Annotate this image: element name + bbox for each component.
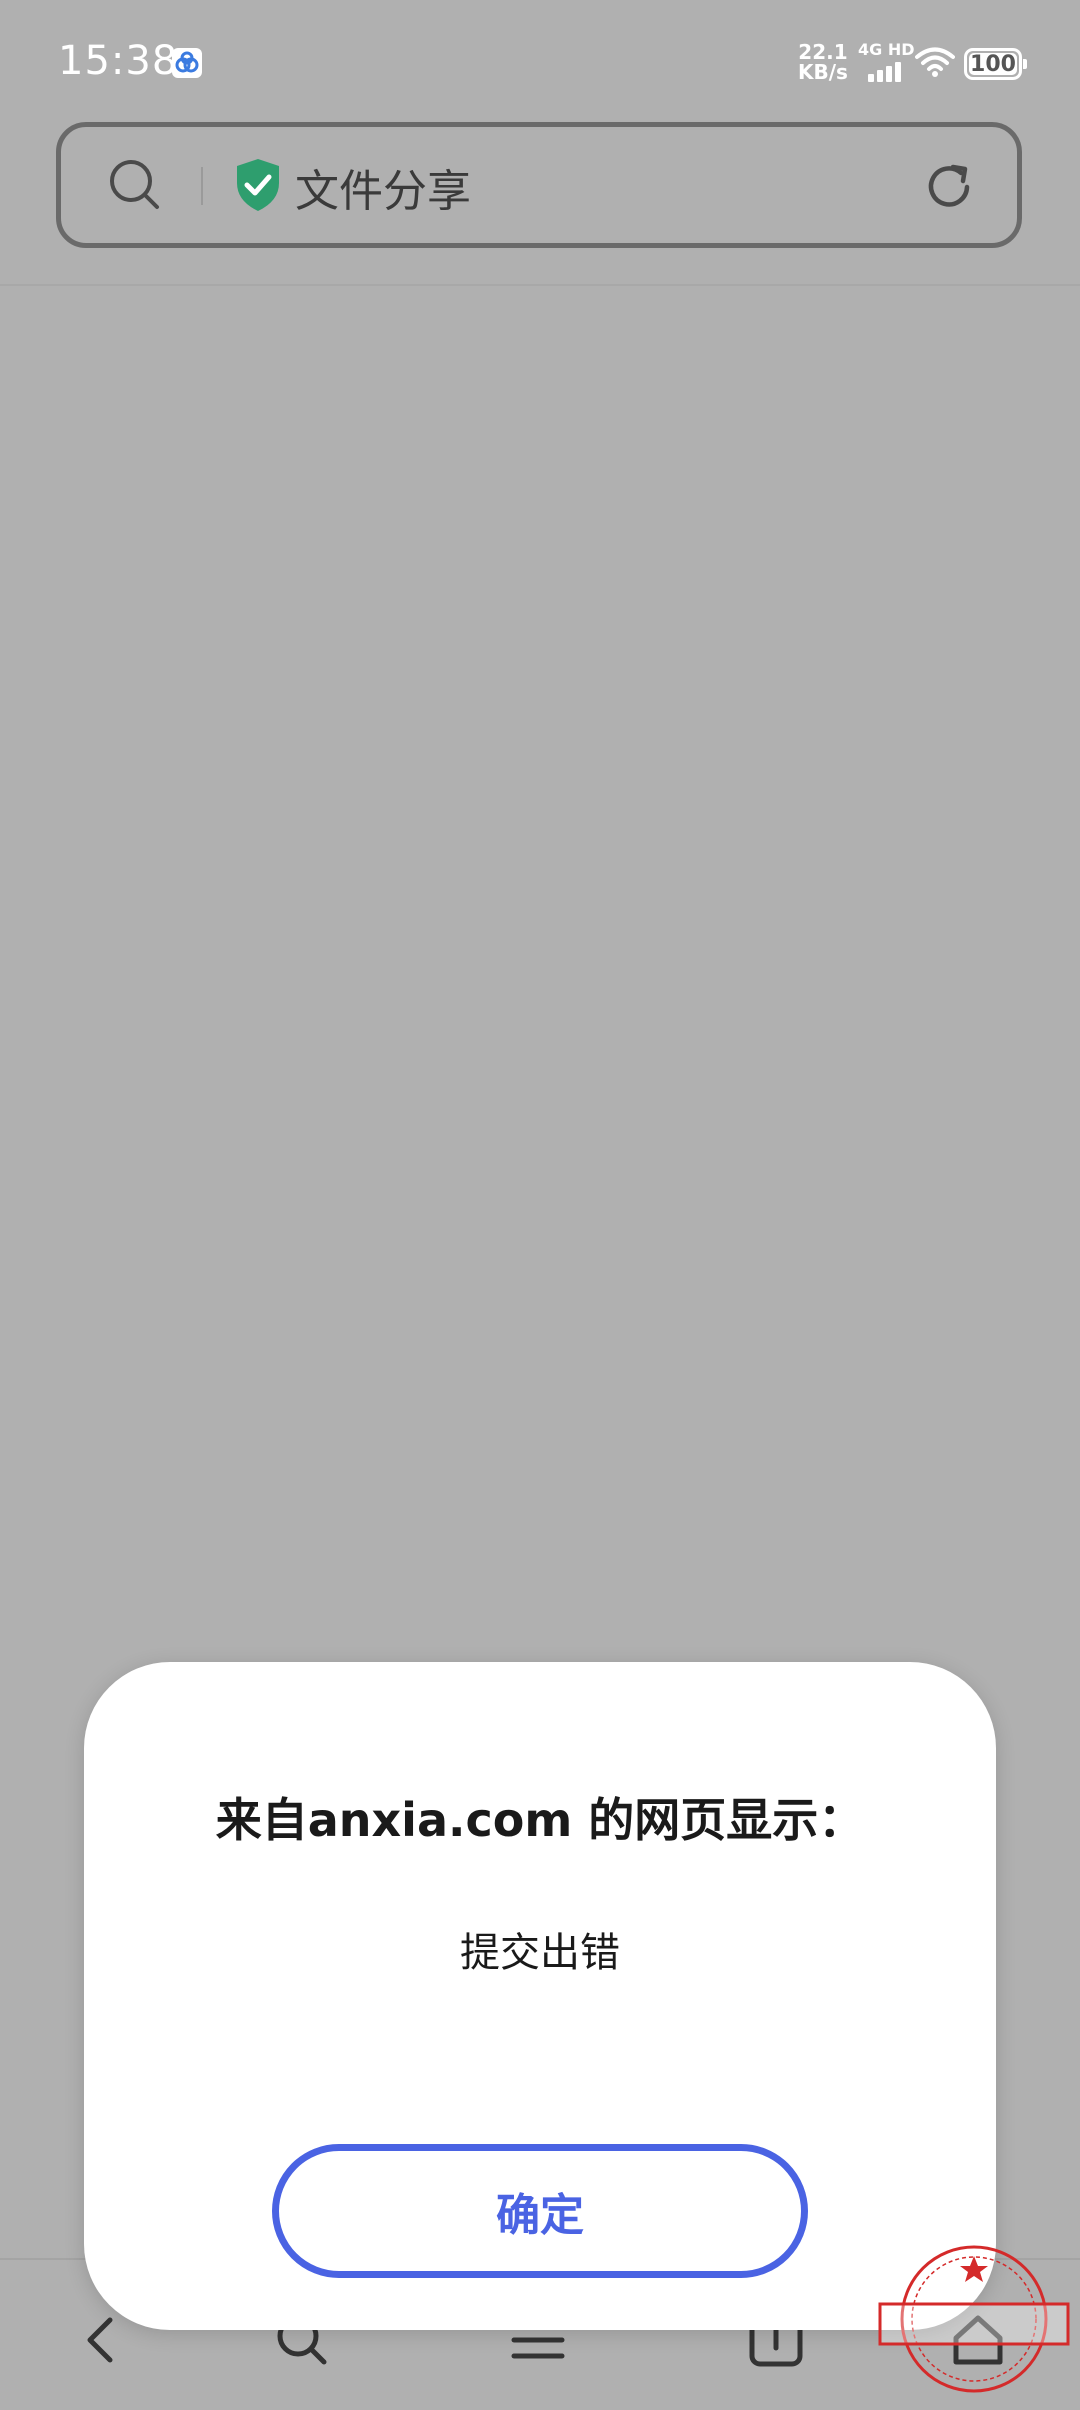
- net-speed-unit: KB/s: [798, 60, 848, 84]
- signal-icon: [868, 60, 904, 82]
- dialog-title: 来自anxia.com 的网页显示：: [215, 1793, 865, 1847]
- back-icon[interactable]: [70, 2308, 134, 2372]
- confirm-button[interactable]: 确定: [272, 2144, 808, 2278]
- url-divider: [201, 167, 203, 205]
- battery-icon: 100: [964, 48, 1027, 80]
- watermark-logo: [876, 2236, 1072, 2402]
- net-speed-value: 22.1: [798, 40, 848, 64]
- refresh-icon[interactable]: [921, 159, 977, 215]
- battery-level: 100: [970, 51, 1016, 77]
- net-speed: 22.1 KB/s: [798, 42, 848, 82]
- shield-check-icon: [233, 157, 283, 213]
- status-bar: 15:38 22.1 KB/s 4G HD 100: [0, 0, 1080, 120]
- alert-dialog: 来自anxia.com 的网页显示： 提交出错 确定: [84, 1662, 996, 2330]
- page-title: 文件分享: [295, 166, 471, 217]
- url-bar[interactable]: 文件分享: [56, 122, 1022, 248]
- app-notification-icon: [172, 48, 202, 78]
- search-icon[interactable]: [107, 157, 163, 213]
- dialog-message: 提交出错: [460, 1930, 620, 1976]
- network-type: 4G HD: [858, 40, 915, 59]
- status-time: 15:38: [58, 38, 179, 84]
- wifi-icon: [915, 46, 955, 78]
- header-divider: [0, 284, 1080, 286]
